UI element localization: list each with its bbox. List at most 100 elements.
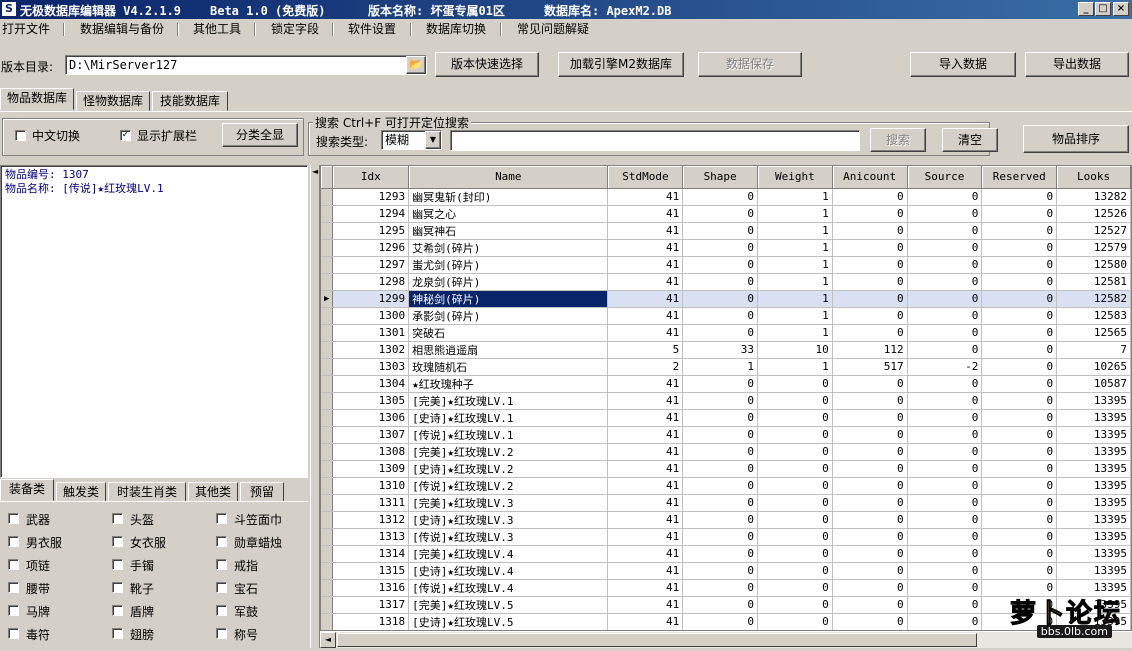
table-cell[interactable]: 0	[757, 494, 833, 512]
table-cell[interactable]: 0	[832, 239, 908, 257]
row-indicator[interactable]	[321, 596, 334, 614]
tab-skill-db[interactable]: 技能数据库	[152, 91, 228, 111]
table-cell[interactable]: 0	[981, 443, 1058, 461]
menu-other-tools[interactable]: 其他工具	[191, 21, 243, 38]
row-indicator[interactable]	[321, 375, 334, 393]
category-checkbox[interactable]	[216, 536, 227, 547]
table-cell[interactable]: [传说]★红玫瑰LV.2	[408, 477, 609, 495]
table-cell[interactable]: 0	[832, 324, 908, 342]
table-cell[interactable]: 0	[682, 426, 758, 444]
table-cell[interactable]: 0	[682, 443, 758, 461]
row-indicator[interactable]	[321, 273, 334, 291]
table-cell[interactable]: 13395	[1056, 460, 1131, 478]
table-cell[interactable]: 0	[757, 426, 833, 444]
table-cell[interactable]: 41	[607, 256, 684, 274]
show-extended-checkbox[interactable]: ✓	[120, 130, 131, 141]
table-row[interactable]: 1308 [完美]★红玫瑰LV.2 41 0 0 0 0 0 13395	[321, 443, 1131, 461]
table-cell[interactable]: 0	[907, 511, 983, 529]
table-cell[interactable]: 1317	[332, 596, 410, 614]
table-cell[interactable]: 517	[832, 358, 908, 376]
table-cell[interactable]: 0	[907, 477, 983, 495]
row-indicator[interactable]	[321, 188, 334, 206]
table-cell[interactable]: 0	[981, 205, 1058, 223]
category-checkbox[interactable]	[112, 582, 123, 593]
category-checkbox[interactable]	[8, 536, 19, 547]
table-cell[interactable]: 0	[907, 273, 983, 291]
table-cell[interactable]: 0	[682, 613, 758, 630]
tab-monster-db[interactable]: 怪物数据库	[76, 91, 150, 111]
table-cell[interactable]: 1294	[332, 205, 410, 223]
table-cell[interactable]: 13395	[1056, 409, 1131, 427]
table-cell[interactable]: 0	[757, 596, 833, 614]
table-cell[interactable]: 1296	[332, 239, 410, 257]
table-cell[interactable]: 1310	[332, 477, 410, 495]
table-cell[interactable]: 0	[682, 273, 758, 291]
table-cell[interactable]: 13395	[1056, 477, 1131, 495]
load-engine-button[interactable]: 加载引擎M2数据库	[558, 52, 684, 77]
table-cell[interactable]: 13282	[1056, 188, 1131, 206]
scroll-thumb[interactable]	[337, 633, 977, 647]
table-cell[interactable]: 1299	[332, 290, 410, 308]
table-cell[interactable]: 5	[607, 341, 684, 359]
row-indicator[interactable]	[321, 460, 334, 478]
table-cell[interactable]: [史诗]★红玫瑰LV.3	[408, 511, 609, 529]
table-cell[interactable]: 0	[907, 239, 983, 257]
table-cell[interactable]: 0	[682, 307, 758, 325]
column-header[interactable]: Weight	[757, 166, 833, 189]
table-cell[interactable]: 承影剑(碎片)	[408, 307, 609, 325]
category-checkbox[interactable]	[112, 559, 123, 570]
row-indicator[interactable]	[321, 205, 334, 223]
table-row[interactable]: 1304 ★红玫瑰种子 41 0 0 0 0 0 10587	[321, 375, 1131, 393]
import-data-button[interactable]: 导入数据	[910, 52, 1016, 77]
table-cell[interactable]: 41	[607, 426, 684, 444]
table-cell[interactable]: 0	[682, 256, 758, 274]
table-cell[interactable]: 0	[981, 511, 1058, 529]
table-cell[interactable]: 0	[907, 409, 983, 427]
column-header[interactable]: Reserved	[981, 166, 1058, 189]
table-row[interactable]: 1300 承影剑(碎片) 41 0 1 0 0 0 12583	[321, 307, 1131, 325]
table-cell[interactable]: 1	[682, 358, 758, 376]
table-cell[interactable]: 0	[907, 494, 983, 512]
table-cell[interactable]: 13395	[1056, 562, 1131, 580]
table-cell[interactable]: 0	[981, 562, 1058, 580]
category-checkbox[interactable]	[216, 513, 227, 524]
table-cell[interactable]: 12565	[1056, 324, 1131, 342]
table-cell[interactable]: 7	[1056, 341, 1131, 359]
table-cell[interactable]: 0	[981, 188, 1058, 206]
table-cell[interactable]: 0	[832, 222, 908, 240]
row-indicator[interactable]	[321, 392, 334, 410]
table-cell[interactable]: 12580	[1056, 256, 1131, 274]
table-cell[interactable]: 0	[832, 188, 908, 206]
table-cell[interactable]: 0	[682, 460, 758, 478]
folder-open-icon[interactable]: 📂	[406, 56, 426, 74]
table-cell[interactable]: 1	[757, 222, 833, 240]
table-cell[interactable]: 1300	[332, 307, 410, 325]
category-checkbox[interactable]	[216, 582, 227, 593]
table-cell[interactable]: 幽冥神石	[408, 222, 609, 240]
row-indicator[interactable]	[321, 409, 334, 427]
table-cell[interactable]: 41	[607, 239, 684, 257]
table-row[interactable]: 1294 幽冥之心 41 0 1 0 0 0 12526	[321, 205, 1131, 223]
table-cell[interactable]: 0	[907, 324, 983, 342]
table-cell[interactable]: 1313	[332, 528, 410, 546]
category-checkbox[interactable]	[8, 628, 19, 639]
table-cell[interactable]: 1	[757, 290, 833, 308]
row-indicator[interactable]	[321, 358, 334, 376]
table-cell[interactable]: 1	[757, 324, 833, 342]
table-cell[interactable]: 1311	[332, 494, 410, 512]
table-cell[interactable]: 0	[757, 562, 833, 580]
table-cell[interactable]: 神秘剑(碎片)	[408, 290, 609, 308]
table-cell[interactable]: 41	[607, 324, 684, 342]
category-checkbox[interactable]	[8, 605, 19, 616]
table-row[interactable]: 1313 [传说]★红玫瑰LV.3 41 0 0 0 0 0 13395	[321, 528, 1131, 546]
table-cell[interactable]: 相思熊逍遥扇	[408, 341, 609, 359]
menu-data-edit-backup[interactable]: 数据编辑与备份	[78, 21, 166, 38]
table-cell[interactable]: 0	[682, 239, 758, 257]
table-cell[interactable]: [完美]★红玫瑰LV.3	[408, 494, 609, 512]
row-indicator[interactable]	[321, 477, 334, 495]
table-cell[interactable]: 41	[607, 579, 684, 597]
table-cell[interactable]: 0	[757, 511, 833, 529]
table-cell[interactable]: 1309	[332, 460, 410, 478]
table-cell[interactable]: 13395	[1056, 426, 1131, 444]
table-cell[interactable]: [史诗]★红玫瑰LV.2	[408, 460, 609, 478]
